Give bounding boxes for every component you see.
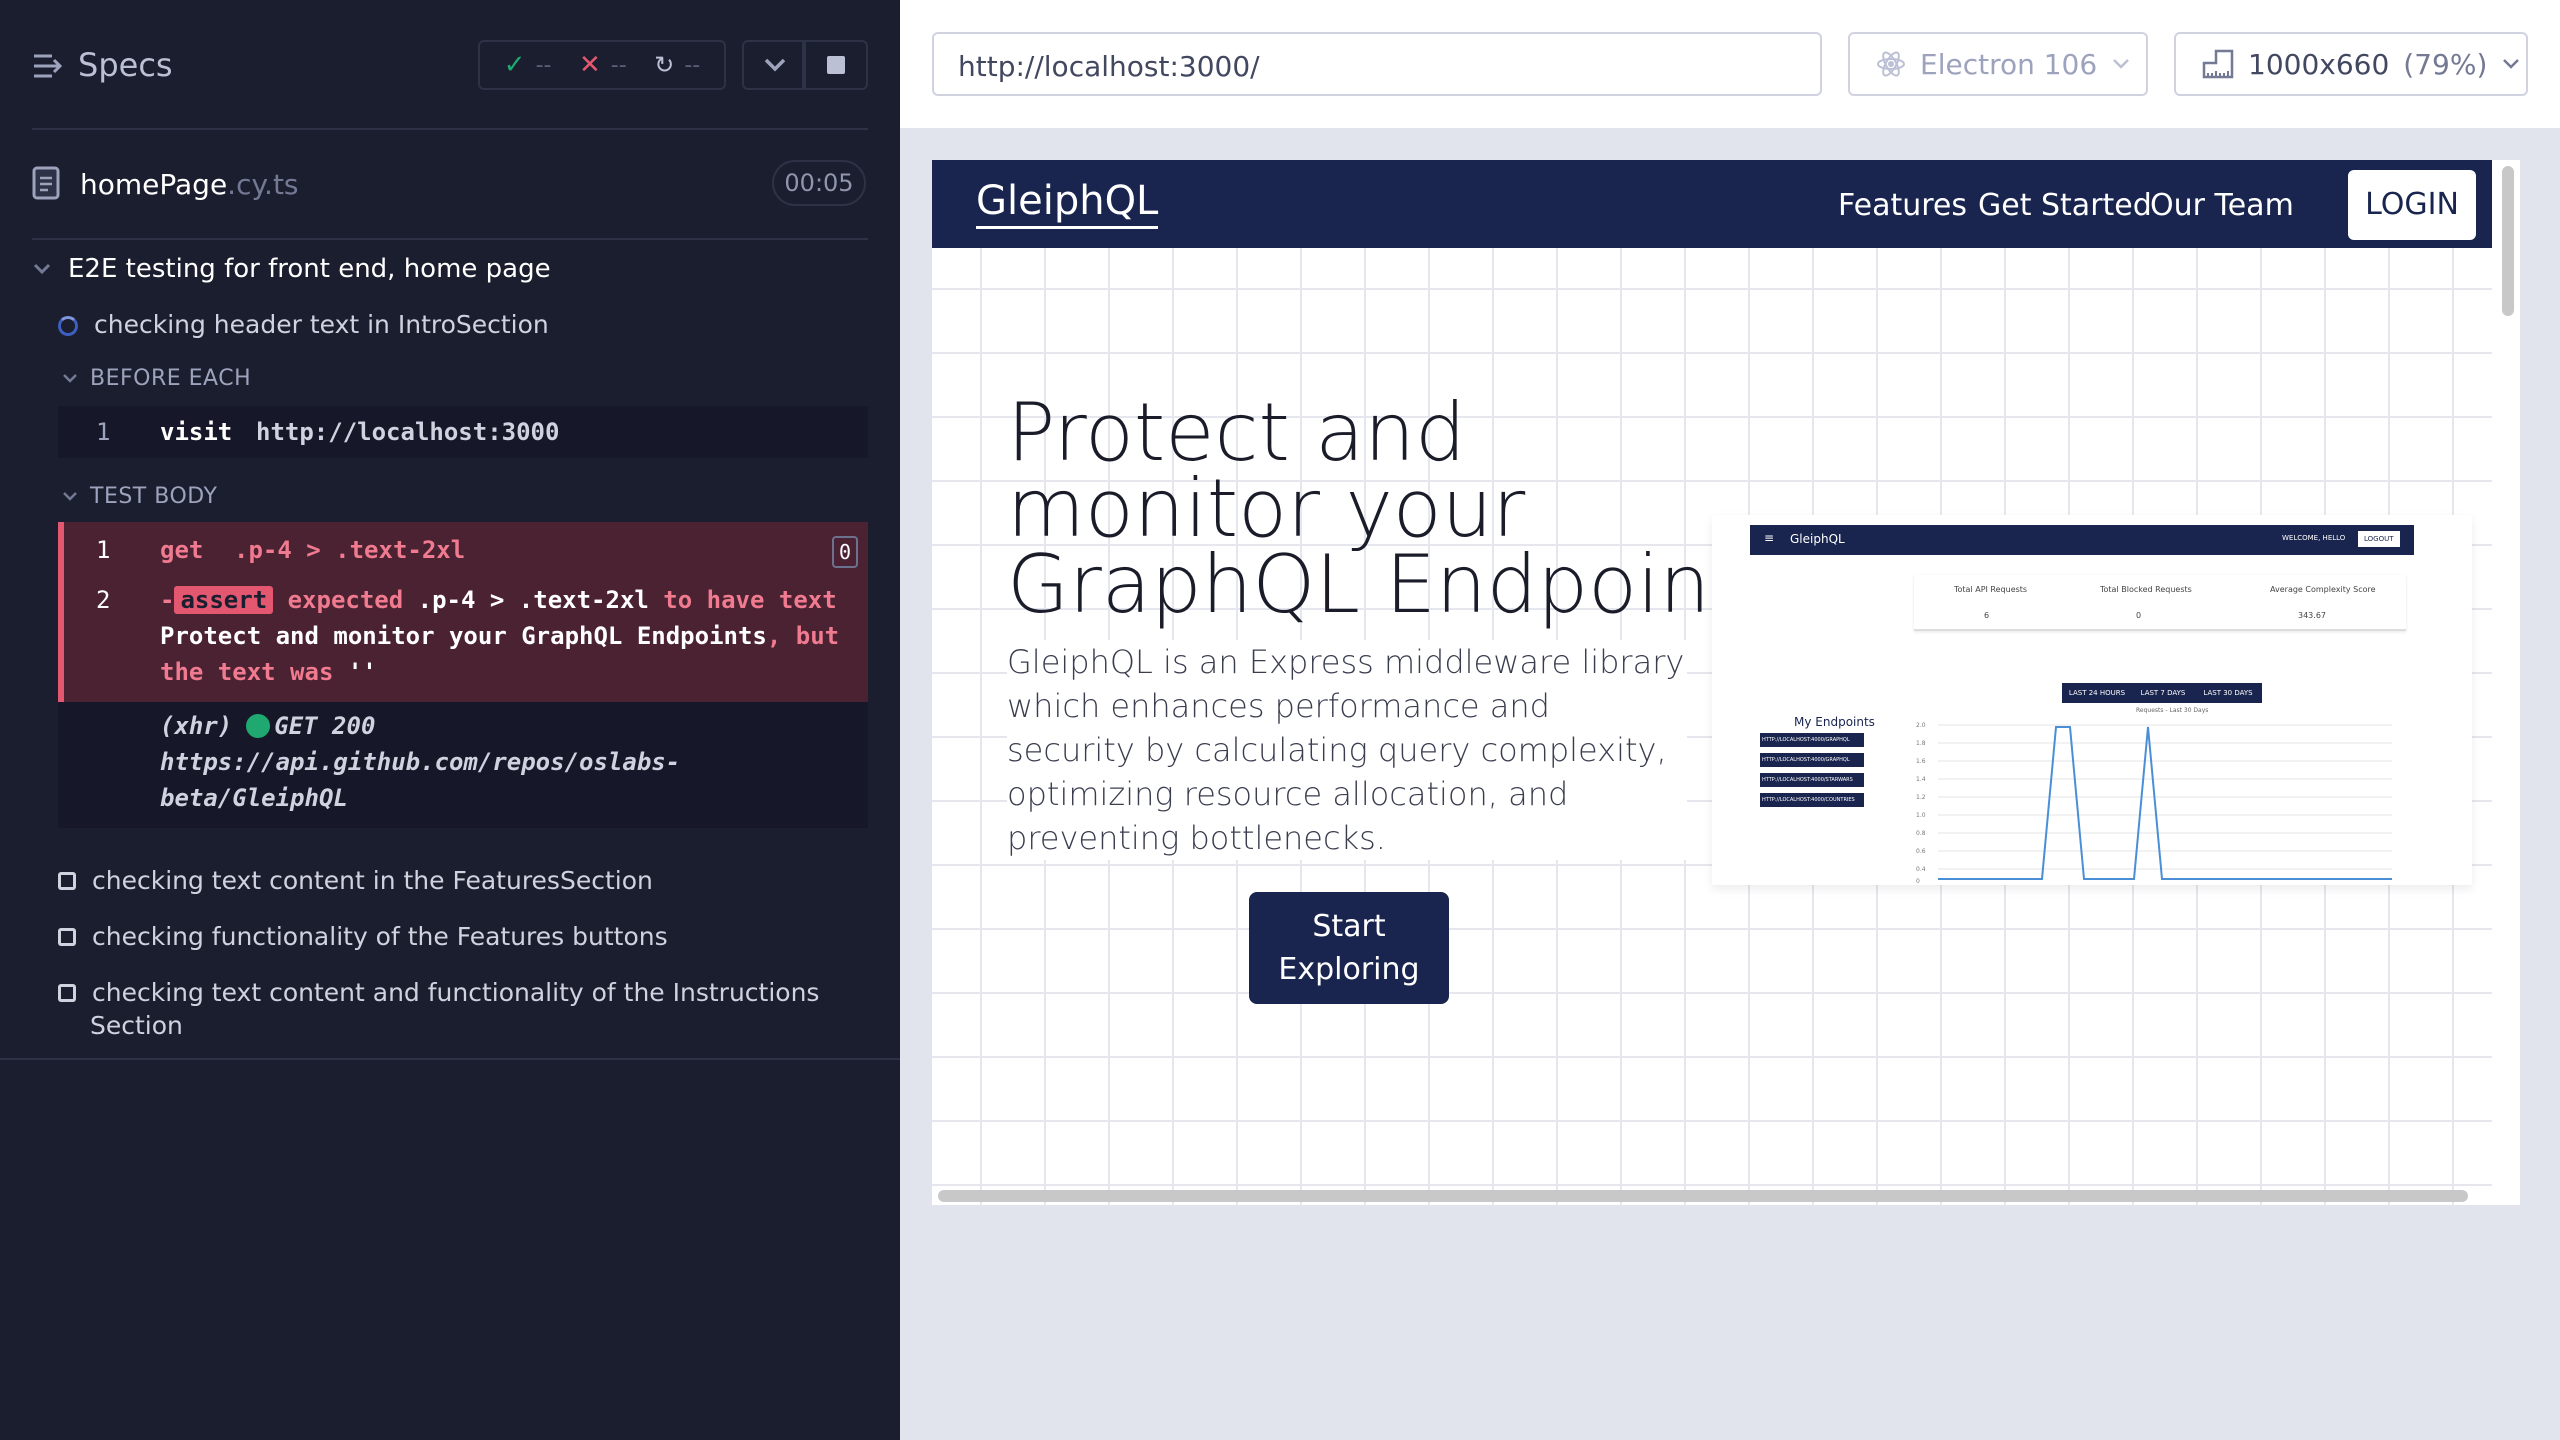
preview-navbar: ≡ GleiphQL WELCOME, HELLO LOGOUT: [1750, 525, 2414, 555]
preview-endpoint-list: HTTP://LOCALHOST:4000/GRAPHQL HTTP://LOC…: [1760, 733, 1864, 807]
command-visit[interactable]: 1 visit http://localhost:3000: [58, 406, 868, 458]
run-timer: 00:05: [772, 160, 866, 206]
status-dot: [246, 714, 271, 738]
y-tick: 1.0: [1916, 812, 1926, 819]
chevron-down-icon: [2113, 59, 2130, 69]
horizontal-scrollbar[interactable]: [938, 1190, 2468, 1202]
chevron-down-icon: [63, 491, 77, 501]
spec-file-name[interactable]: homePage.cy.ts: [80, 168, 299, 201]
specs-toggle-icon[interactable]: [32, 52, 64, 80]
app-brand[interactable]: GleiphQL: [976, 178, 1159, 229]
y-tick: 1.2: [1916, 794, 1926, 801]
runner-header: Specs ✓ -- ✕ -- ↻ --: [0, 0, 900, 130]
assert-tag: assert: [174, 586, 274, 614]
nav-our-team[interactable]: Our Team: [2150, 188, 2294, 223]
y-tick: 0: [1916, 878, 1920, 885]
vertical-scrollbar[interactable]: [2502, 166, 2514, 316]
chevron-down-icon: [764, 58, 786, 72]
login-button[interactable]: LOGIN: [2348, 170, 2476, 240]
aut-panel: http://localhost:3000/ Electron 106 1000…: [900, 0, 2560, 1440]
failed-stat: ✕ --: [578, 50, 627, 80]
xhr-log[interactable]: (xhr) GET 200 https://api.github.com/rep…: [58, 702, 868, 828]
pending-checkbox-icon: [58, 928, 76, 946]
test-instructions-line: checking text content and functionality …: [58, 978, 819, 1007]
preview-24h: LAST 24 HOURS: [2062, 683, 2132, 703]
app-iframe[interactable]: GleiphQL Features Get Started Our Team L…: [932, 160, 2520, 1205]
command-assert[interactable]: 2 - assert expected .p-4 > .text-2xl to h…: [58, 578, 868, 702]
hero-title: Protect and monitor your GraphQL Endpoin…: [1007, 386, 1784, 631]
preview-7d: LAST 7 DAYS: [2132, 683, 2194, 703]
header-divider: [32, 128, 868, 130]
y-tick: 1.6: [1916, 758, 1926, 765]
specs-label[interactable]: Specs: [78, 46, 173, 84]
test-body-toggle[interactable]: TEST BODY: [62, 484, 217, 509]
test-stats: ✓ -- ✕ -- ↻ --: [478, 40, 726, 90]
assert-message: - assert expected .p-4 > .text-2xl to hav…: [160, 586, 840, 686]
document-icon: [32, 166, 60, 200]
preview-chart-title: Requests - Last 30 Days: [2136, 707, 2209, 714]
xhr-line: (xhr) GET 200: [160, 712, 376, 740]
xhr-url-line2: beta/GleiphQL: [160, 784, 348, 812]
test-instructions[interactable]: checking text content and functionality …: [58, 978, 819, 1040]
dashboard-preview-image: ≡ GleiphQL WELCOME, HELLO LOGOUT Total A…: [1712, 515, 2472, 885]
current-test[interactable]: checking header text in IntroSection: [58, 310, 549, 339]
running-icon: [58, 316, 78, 336]
preview-30d: LAST 30 DAYS: [2194, 683, 2262, 703]
file-divider: [32, 238, 868, 240]
pending-checkbox-icon: [58, 984, 76, 1002]
command-log-panel: Specs ✓ -- ✕ -- ↻ -- homePage.cy.ts 00:05 E…: [0, 0, 900, 1440]
y-tick: 0.4: [1916, 866, 1926, 873]
hero-description: GleiphQL is an Express middleware librar…: [1007, 640, 1687, 860]
passed-stat: ✓ --: [503, 50, 552, 80]
ruler-icon: [2202, 49, 2234, 79]
preview-line-chart: 2.0 1.8 1.6 1.4 1.2 1.0 0.8 0.6 0.4 0: [1916, 722, 2392, 885]
menu-icon: ≡: [1764, 531, 1775, 545]
browser-toolbar: http://localhost:3000/ Electron 106 1000…: [900, 0, 2560, 128]
pending-checkbox-icon: [58, 872, 76, 890]
chevron-down-icon: [33, 263, 51, 275]
browser-select[interactable]: Electron 106: [1848, 32, 2148, 96]
y-tick: 1.4: [1916, 776, 1926, 783]
test-features-buttons[interactable]: checking functionality of the Features b…: [58, 922, 668, 951]
pending-stat: ↻ --: [654, 51, 701, 79]
command-get[interactable]: 1 get .p-4 > .text-2xl 0: [58, 522, 868, 578]
url-bar[interactable]: http://localhost:3000/: [932, 32, 1822, 96]
element-count-badge: 0: [832, 536, 858, 568]
preview-stats: Total API Requests Total Blocked Request…: [1914, 575, 2406, 631]
chevron-down-icon: [63, 373, 77, 383]
viewport-select[interactable]: 1000x660 (79%): [2174, 32, 2528, 96]
start-exploring-button[interactable]: Start Exploring: [1249, 892, 1449, 1004]
log-bottom-divider: [0, 1058, 900, 1060]
nav-get-started[interactable]: Get Started: [1978, 188, 2152, 223]
nav-features[interactable]: Features: [1838, 188, 1967, 223]
test-features-content[interactable]: checking text content in the FeaturesSec…: [58, 866, 653, 895]
preview-endpoints-title: My Endpoints: [1794, 715, 1875, 729]
expand-collapse-button[interactable]: [742, 40, 804, 90]
stop-icon: [827, 56, 845, 74]
y-tick: 0.8: [1916, 830, 1926, 837]
spinner-icon: ↻: [654, 51, 675, 79]
spec-file-row: homePage.cy.ts 00:05: [0, 150, 900, 220]
stop-button[interactable]: [804, 40, 868, 90]
y-tick: 2.0: [1916, 722, 1926, 729]
x-icon: ✕: [578, 50, 601, 80]
xhr-url-line1: https://api.github.com/repos/oslabs-: [160, 748, 681, 776]
electron-icon: [1877, 51, 1905, 77]
before-each-toggle[interactable]: BEFORE EACH: [62, 366, 251, 391]
y-tick: 0.6: [1916, 848, 1926, 855]
chevron-down-icon: [2503, 59, 2520, 69]
check-icon: ✓: [503, 50, 526, 80]
suite-title[interactable]: E2E testing for front end, home page: [32, 254, 551, 284]
app-navbar: GleiphQL Features Get Started Our Team L…: [932, 160, 2492, 248]
y-tick: 1.8: [1916, 740, 1926, 747]
